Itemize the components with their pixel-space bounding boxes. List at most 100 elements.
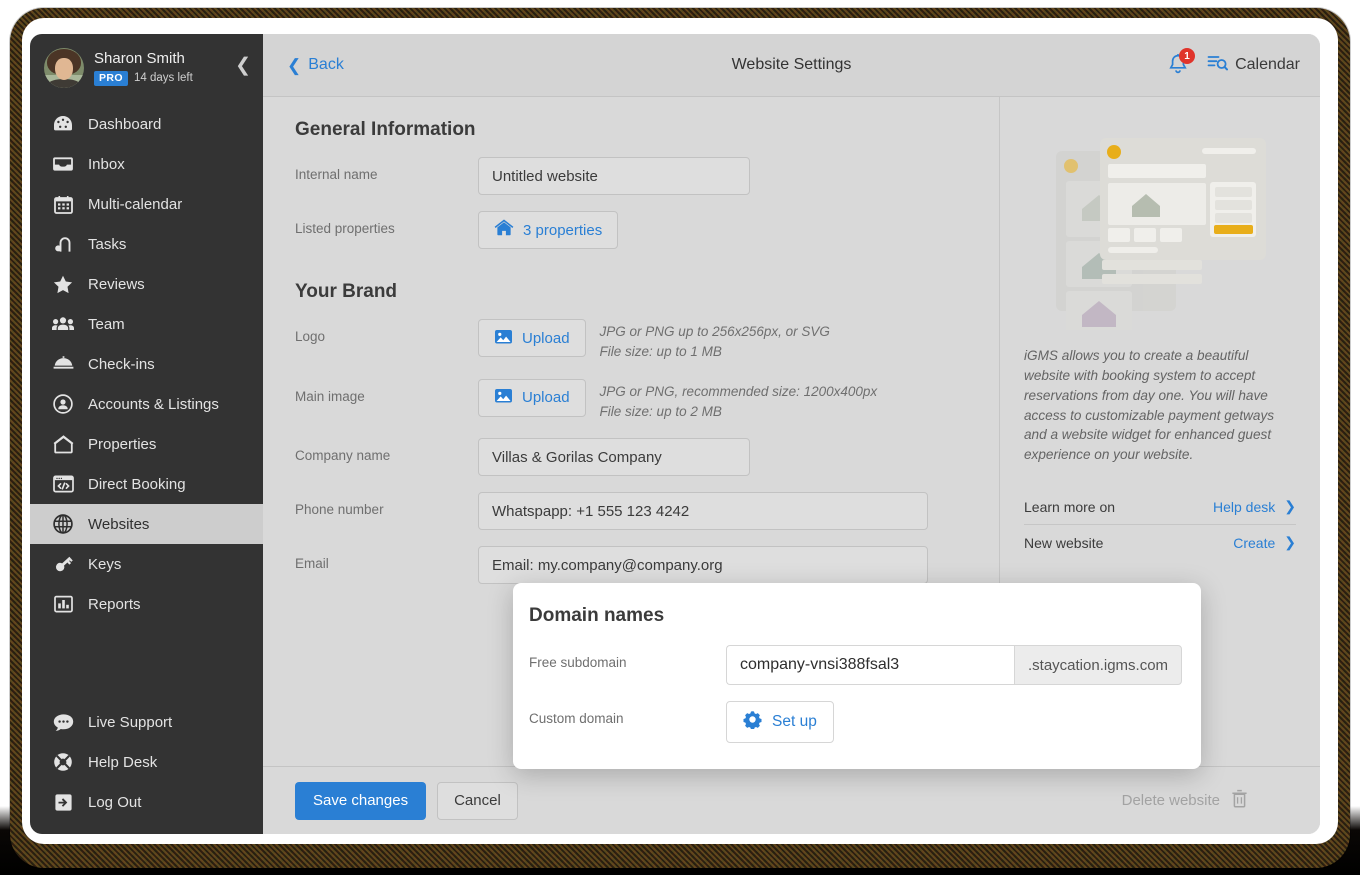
panel-row-learn-more: Learn more on Help desk ❯ <box>1024 489 1296 524</box>
subdomain-group: company-vnsi388fsal3 .staycation.igms.co… <box>726 645 1183 685</box>
field-free-subdomain: Free subdomain company-vnsi388fsal3 .sta… <box>529 645 1201 685</box>
sidebar-item-dashboard[interactable]: Dashboard <box>30 104 263 144</box>
sidebar-item-label: Help Desk <box>88 753 158 771</box>
sidebar-item-label: Reports <box>88 595 141 613</box>
field-listed-properties: Listed properties 3 properties <box>295 211 999 249</box>
domain-names-dialog: Domain names Free subdomain company-vnsi… <box>513 583 1201 769</box>
sidebar-nav: Dashboard Inbox Multi-calendar Tasks Rev… <box>30 104 263 624</box>
delete-website-label: Delete website <box>1121 792 1220 809</box>
code-window-icon <box>50 473 76 495</box>
field-label: Main image <box>295 388 365 404</box>
account-circle-icon <box>50 393 76 415</box>
field-logo: Logo Upload JPG or PNG up to 256x256px, … <box>295 319 999 363</box>
sidebar-bottom-nav: Live Support Help Desk Log Out <box>30 702 263 822</box>
help-desk-link[interactable]: Help desk ❯ <box>1213 498 1296 515</box>
cancel-button[interactable]: Cancel <box>437 781 518 820</box>
sidebar-item-label: Properties <box>88 435 157 453</box>
delete-website-button[interactable]: Delete website <box>1122 789 1288 812</box>
field-label: Email <box>295 556 329 571</box>
app-window: Sharon Smith PRO 14 days left ❮ Dashboar… <box>30 34 1320 834</box>
listed-properties-label: 3 properties <box>523 221 603 239</box>
logo-hint-line2: File size: up to 1 MB <box>599 344 722 360</box>
back-button[interactable]: ❮ Back <box>287 56 344 74</box>
panel-description: iGMS allows you to create a beautiful we… <box>1024 348 1275 463</box>
chat-bubble-icon <box>50 711 76 733</box>
sidebar-item-label: Multi-calendar <box>88 195 183 213</box>
create-website-link-label: Create <box>1233 534 1276 551</box>
sidebar-item-log-out[interactable]: Log Out <box>30 782 263 822</box>
calendar-button[interactable]: Calendar <box>1207 53 1300 77</box>
email-input[interactable]: Email: my.company@company.org <box>478 546 928 584</box>
inbox-icon <box>50 153 76 175</box>
sidebar-item-websites[interactable]: Websites <box>30 504 263 544</box>
main-image-hint-line1: JPG or PNG, recommended size: 1200x400px <box>599 383 878 399</box>
main-area: ❮ Back Website Settings 1 Calendar Gener… <box>263 34 1320 834</box>
field-company-name: Company name Villas & Gorilas Company <box>295 438 999 476</box>
field-label: Logo <box>295 329 326 344</box>
sidebar-item-label: Dashboard <box>88 115 162 133</box>
chevron-left-icon[interactable]: ❮ <box>235 56 251 75</box>
phone-number-input[interactable]: Whatspapp: +1 555 123 4242 <box>478 492 928 530</box>
image-icon <box>494 328 513 349</box>
sidebar-item-label: Accounts & Listings <box>88 395 219 413</box>
sidebar-item-tasks[interactable]: Tasks <box>30 224 263 264</box>
notification-bell-icon[interactable]: 1 <box>1167 48 1196 77</box>
logout-icon <box>50 791 76 813</box>
sidebar-item-check-ins[interactable]: Check-ins <box>30 344 263 384</box>
chevron-right-icon: ❯ <box>1284 498 1296 515</box>
field-label: Custom domain <box>529 711 624 726</box>
field-email: Email Email: my.company@company.org <box>295 546 999 584</box>
sidebar-item-direct-booking[interactable]: Direct Booking <box>30 464 263 504</box>
home-icon <box>50 433 76 455</box>
listed-properties-button[interactable]: 3 properties <box>478 211 619 249</box>
sidebar-item-label: Websites <box>88 515 150 533</box>
create-website-link[interactable]: Create ❯ <box>1233 534 1296 551</box>
sidebar-item-label: Inbox <box>88 155 125 173</box>
field-label: Company name <box>295 448 391 463</box>
sidebar-user-block[interactable]: Sharon Smith PRO 14 days left ❮ <box>30 34 263 98</box>
sidebar-item-properties[interactable]: Properties <box>30 424 263 464</box>
image-icon <box>494 387 513 408</box>
panel-row-label: New website <box>1024 534 1104 551</box>
field-label: Listed properties <box>295 221 395 236</box>
page-title: Website Settings <box>731 56 852 73</box>
sidebar-item-label: Team <box>88 315 125 333</box>
field-label: Phone number <box>295 502 384 517</box>
sidebar-item-reports[interactable]: Reports <box>30 584 263 624</box>
sidebar-item-inbox[interactable]: Inbox <box>30 144 263 184</box>
main-image-upload-button[interactable]: Upload <box>478 378 586 417</box>
section-title-brand: Your Brand <box>295 281 398 302</box>
chevron-right-icon: ❯ <box>1284 534 1296 551</box>
home-icon <box>494 219 514 241</box>
sidebar-item-label: Keys <box>88 555 122 573</box>
field-custom-domain: Custom domain Set up <box>529 701 1201 743</box>
sidebar-item-reviews[interactable]: Reviews <box>30 264 263 304</box>
calendar-icon <box>50 193 76 215</box>
logo-upload-button[interactable]: Upload <box>478 319 586 357</box>
sidebar-item-multi-calendar[interactable]: Multi-calendar <box>30 184 263 224</box>
section-title-general: General Information <box>295 119 476 140</box>
trial-remaining: 14 days left <box>133 71 193 84</box>
sidebar-item-accounts-listings[interactable]: Accounts & Listings <box>30 384 263 424</box>
bar-chart-icon <box>50 593 76 615</box>
custom-domain-setup-button[interactable]: Set up <box>726 701 834 743</box>
sidebar-item-live-support[interactable]: Live Support <box>30 702 263 742</box>
panel-row-label: Learn more on <box>1024 498 1116 515</box>
sidebar-item-label: Check-ins <box>88 355 155 373</box>
subdomain-suffix: .staycation.igms.com <box>1014 645 1183 685</box>
sidebar-item-keys[interactable]: Keys <box>30 544 263 584</box>
gear-icon <box>743 710 762 734</box>
free-subdomain-input[interactable]: company-vnsi388fsal3 <box>726 645 1014 685</box>
field-label: Free subdomain <box>529 655 627 670</box>
sidebar-item-help-desk[interactable]: Help Desk <box>30 742 263 782</box>
sidebar: Sharon Smith PRO 14 days left ❮ Dashboar… <box>30 34 263 834</box>
back-label: Back <box>308 56 344 73</box>
pro-badge: PRO <box>94 70 128 86</box>
save-button[interactable]: Save changes <box>295 781 427 820</box>
sidebar-item-team[interactable]: Team <box>30 304 263 344</box>
company-name-input[interactable]: Villas & Gorilas Company <box>478 438 750 476</box>
sidebar-item-label: Reviews <box>88 275 145 293</box>
internal-name-input[interactable]: Untitled website <box>478 157 750 195</box>
logo-hint: JPG or PNG up to 256x256px, or SVG File … <box>600 319 830 363</box>
calendar-label: Calendar <box>1235 56 1300 73</box>
